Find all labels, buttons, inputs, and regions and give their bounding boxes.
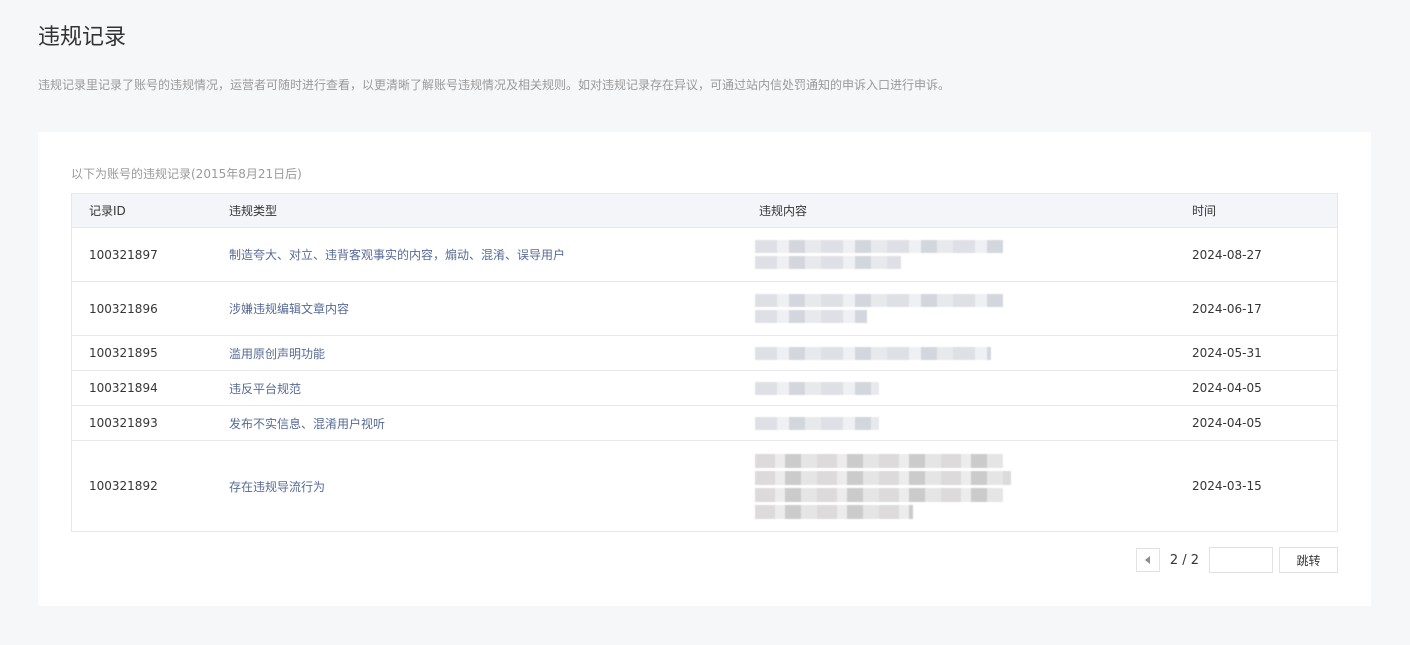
record-content-redacted <box>755 335 1192 371</box>
records-table: 记录ID 违规类型 违规内容 时间 100321897 制造夸大、对立、违背客观… <box>71 193 1338 532</box>
record-type: 存在违规导流行为 <box>229 440 759 532</box>
page-count: 2 / 2 <box>1169 552 1199 568</box>
record-time: 2024-05-31 <box>1192 335 1338 371</box>
table-row: 100321895 滥用原创声明功能 2024-05-31 <box>71 335 1338 371</box>
record-content-redacted <box>755 281 1192 336</box>
table-row: 100321892 存在违规导流行为 2024-03-15 <box>71 440 1338 532</box>
record-content-redacted <box>755 370 1192 406</box>
pagination: 2 / 2 跳转 <box>1135 547 1338 573</box>
record-content-redacted <box>755 227 1192 282</box>
record-content-redacted <box>755 440 1192 532</box>
record-type: 滥用原创声明功能 <box>229 335 759 371</box>
column-header-content: 违规内容 <box>759 193 1192 228</box>
table-row: 100321893 发布不实信息、混淆用户视听 2024-04-05 <box>71 405 1338 441</box>
column-header-id: 记录ID <box>71 193 229 228</box>
record-id: 100321897 <box>71 227 229 282</box>
record-time: 2024-06-17 <box>1192 281 1338 336</box>
record-id: 100321892 <box>71 440 229 532</box>
record-type: 制造夸大、对立、违背客观事实的内容，煽动、混淆、误导用户 <box>229 227 759 282</box>
records-card: 以下为账号的违规记录(2015年8月21日后) 记录ID 违规类型 违规内容 时… <box>38 132 1371 606</box>
record-time: 2024-08-27 <box>1192 227 1338 282</box>
chevron-left-icon <box>1145 556 1151 564</box>
record-id: 100321895 <box>71 335 229 371</box>
record-id: 100321894 <box>71 370 229 406</box>
table-row: 100321897 制造夸大、对立、违背客观事实的内容，煽动、混淆、误导用户 2… <box>71 227 1338 282</box>
records-caption: 以下为账号的违规记录(2015年8月21日后) <box>71 167 302 181</box>
column-header-type: 违规类型 <box>229 193 759 228</box>
jump-button[interactable]: 跳转 <box>1279 547 1338 573</box>
table-row: 100321896 涉嫌违规编辑文章内容 2024-06-17 <box>71 281 1338 336</box>
record-time: 2024-03-15 <box>1192 440 1338 532</box>
column-header-time: 时间 <box>1192 193 1338 228</box>
record-time: 2024-04-05 <box>1192 405 1338 441</box>
record-id: 100321896 <box>71 281 229 336</box>
record-id: 100321893 <box>71 405 229 441</box>
record-time: 2024-04-05 <box>1192 370 1338 406</box>
table-row: 100321894 违反平台规范 2024-04-05 <box>71 370 1338 406</box>
page-title: 违规记录 <box>38 25 127 50</box>
table-header-row: 记录ID 违规类型 违规内容 时间 <box>71 193 1338 228</box>
page-description: 违规记录里记录了账号的违规情况，运营者可随时进行查看，以更清晰了解账号违规情况及… <box>38 78 951 92</box>
record-type: 违反平台规范 <box>229 370 759 406</box>
prev-page-button[interactable] <box>1135 548 1160 572</box>
record-content-redacted <box>755 405 1192 441</box>
page-number-input[interactable] <box>1209 547 1273 573</box>
record-type: 发布不实信息、混淆用户视听 <box>229 405 759 441</box>
record-type: 涉嫌违规编辑文章内容 <box>229 281 759 336</box>
